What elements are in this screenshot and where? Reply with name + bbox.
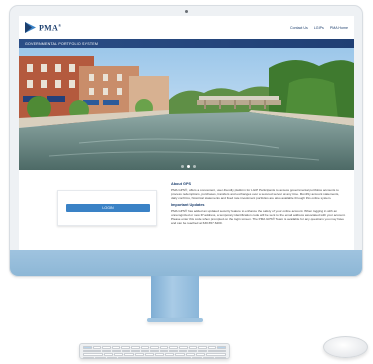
- updates-heading: Important Updates: [171, 203, 205, 208]
- section-title: GOVERNMENTAL PORTFOLIO SYSTEM: [25, 41, 99, 46]
- nav-contact-us[interactable]: Contact Us: [290, 26, 308, 30]
- pma-logo[interactable]: PMA®: [25, 22, 61, 33]
- main-content: LOGIN About GPS PMA GPS®, offers a conve…: [19, 170, 354, 251]
- logo-text: PMA®: [39, 22, 62, 33]
- about-heading: About GPS: [171, 182, 192, 186]
- nav-lgips[interactable]: LGIPs: [314, 26, 324, 30]
- pma-logo-icon: [25, 22, 36, 33]
- updates-body: PMA GPS® has added an updated security f…: [171, 208, 346, 226]
- camera-icon: [185, 10, 188, 13]
- mouse: [323, 336, 368, 358]
- site-header: PMA® Contact Us LGIPs PMA Home: [19, 16, 354, 39]
- keyboard: [79, 343, 230, 359]
- section-title-bar: GOVERNMENTAL PORTFOLIO SYSTEM: [19, 39, 354, 48]
- carousel-dot-3[interactable]: [193, 165, 196, 168]
- login-card: LOGIN: [57, 190, 157, 226]
- monitor-chin: [10, 250, 362, 276]
- carousel-dot-1[interactable]: [181, 165, 184, 168]
- top-nav: Contact Us LGIPs PMA Home: [290, 26, 348, 30]
- hero-image: [19, 48, 354, 170]
- carousel-dot-2[interactable]: [187, 165, 190, 168]
- about-body: PMA GPS®, offers a convenient, user-frie…: [171, 187, 340, 200]
- desktop-scene: PMA® Contact Us LGIPs PMA Home GOVERNMEN…: [0, 0, 373, 364]
- monitor-stand-base: [147, 318, 203, 322]
- imac-monitor: PMA® Contact Us LGIPs PMA Home GOVERNMEN…: [9, 5, 363, 277]
- nav-pma-home[interactable]: PMA Home: [330, 26, 348, 30]
- login-button[interactable]: LOGIN: [66, 204, 150, 212]
- info-column: About GPS PMA GPS®, offers a convenient,…: [171, 182, 346, 228]
- monitor-stand: [151, 276, 199, 320]
- screen: PMA® Contact Us LGIPs PMA Home GOVERNMEN…: [19, 16, 354, 251]
- carousel-indicators: [181, 165, 196, 168]
